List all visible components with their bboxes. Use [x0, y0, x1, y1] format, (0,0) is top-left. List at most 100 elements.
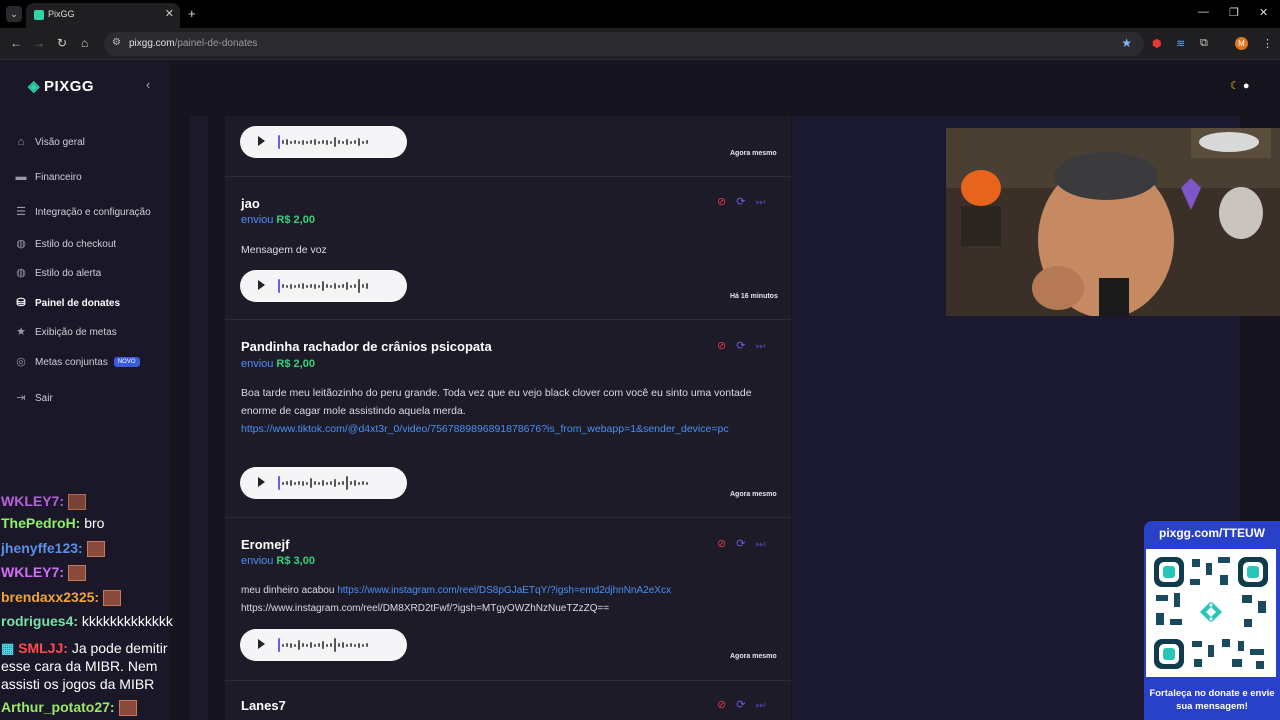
waveform-bar — [286, 481, 288, 485]
sidebar-item-metas-conjuntas[interactable]: ◎ Metas conjuntas NOVO — [14, 352, 140, 372]
donation-time: Agora mesmo — [730, 491, 777, 498]
waveform[interactable] — [278, 277, 396, 295]
bookmark-star-icon[interactable]: ★ — [1121, 36, 1132, 50]
audio-player[interactable] — [240, 126, 407, 158]
star-icon: ★ — [16, 326, 26, 338]
waveform[interactable] — [278, 133, 396, 151]
waveform[interactable] — [278, 474, 396, 492]
block-icon[interactable]: ⊘ — [717, 340, 726, 352]
waveform-bar — [350, 140, 352, 144]
waveform-bar — [298, 284, 300, 288]
chat-message: brendaxx2325: — [1, 589, 122, 607]
browser-tab[interactable]: PixGG ✕ — [26, 3, 180, 28]
sidebar-item-painel-donates[interactable]: ⛁ Painel de donates — [14, 293, 120, 313]
donation-card: Lanes7 ⊘ ⟳ ⏭ — [225, 682, 791, 720]
chat-username: rodrigues4: — [1, 613, 79, 629]
audio-player[interactable] — [240, 629, 407, 661]
waveform-bar — [342, 642, 344, 648]
waveform-bar — [298, 481, 300, 485]
site-info-icon[interactable]: ⚙ — [112, 37, 121, 48]
sidebar-item-financeiro[interactable]: ▬ Financeiro — [14, 167, 82, 187]
audio-player[interactable] — [240, 270, 407, 302]
qr-caption: Fortaleça no donate e envie sua mensagem… — [1149, 688, 1275, 712]
chat-message: Arthur_potato27: — [1, 699, 137, 717]
play-icon[interactable] — [258, 136, 265, 146]
replay-icon[interactable]: ⟳ — [736, 196, 745, 208]
waveform-bar — [342, 481, 344, 485]
play-icon[interactable] — [258, 280, 265, 290]
donation-amount: enviou R$ 2,00 — [241, 358, 315, 370]
playhead-marker — [278, 476, 280, 490]
minimize-icon[interactable]: — — [1198, 6, 1209, 18]
pixgg-logo[interactable]: ◈ PIXGG — [28, 77, 94, 95]
chat-username: SMLJJ: — [18, 640, 68, 656]
extension-audio-icon[interactable]: ≋ — [1176, 37, 1185, 50]
waveform-bar — [282, 481, 284, 485]
waveform-bar — [358, 481, 360, 485]
restore-icon[interactable]: ❐ — [1229, 6, 1239, 19]
target-icon: ◎ — [16, 356, 26, 368]
close-window-icon[interactable]: ✕ — [1259, 6, 1268, 19]
skip-icon[interactable]: ⏭ — [755, 538, 765, 550]
replay-icon[interactable]: ⟳ — [736, 699, 745, 711]
waveform-bar — [366, 643, 368, 647]
chat-text: Ja pode demitir — [71, 640, 168, 656]
forward-icon[interactable]: → — [33, 36, 45, 50]
extension-shield-icon[interactable]: ⬢ — [1152, 37, 1162, 50]
waveform-bar — [314, 481, 316, 485]
donation-message: meu dinheiro acabou https://www.instagra… — [241, 585, 671, 614]
waveform-bar — [362, 481, 364, 485]
replay-icon[interactable]: ⟳ — [736, 538, 745, 550]
play-icon[interactable] — [258, 477, 265, 487]
home-icon[interactable]: ⌂ — [81, 36, 88, 50]
block-icon[interactable]: ⊘ — [717, 699, 726, 711]
waveform-bar — [290, 283, 292, 289]
waveform-bar — [362, 284, 364, 288]
waveform-bar — [298, 640, 300, 650]
donation-card: Agora mesmo — [225, 116, 791, 177]
reload-icon[interactable]: ↻ — [57, 36, 67, 50]
replay-icon[interactable]: ⟳ — [736, 340, 745, 352]
palette-icon: ◍ — [16, 267, 26, 279]
waveform-bar — [290, 642, 292, 648]
emote-icon — [103, 590, 122, 607]
browser-menu-icon[interactable]: ⋮ — [1262, 37, 1273, 50]
play-icon[interactable] — [258, 639, 265, 649]
waveform-bar — [322, 480, 324, 486]
collapse-sidebar-icon[interactable]: ‹ — [146, 77, 150, 92]
profile-avatar[interactable]: M — [1235, 37, 1248, 50]
playhead-marker — [278, 638, 280, 652]
sidebar-item-integracao[interactable]: ☰ Integração e configuração — [14, 202, 151, 222]
tab-search-icon[interactable]: ⌄ — [6, 6, 22, 22]
chat-message: assisti os jogos da MIBR — [1, 676, 154, 692]
close-tab-icon[interactable]: ✕ — [165, 7, 174, 20]
sidebar-item-exibicao-metas[interactable]: ★ Exibição de metas — [14, 322, 117, 342]
sidebar-item-estilo-checkout[interactable]: ◍ Estilo do checkout — [14, 234, 116, 254]
sidebar-item-estilo-alerta[interactable]: ◍ Estilo do alerta — [14, 263, 101, 283]
block-icon[interactable]: ⊘ — [717, 196, 726, 208]
donation-card: Pandinha rachador de crânios psicopata e… — [225, 321, 791, 518]
theme-toggle[interactable]: ☾ ● — [1230, 79, 1250, 92]
chat-message: rodrigues4: kkkkkkkkkkkkk — [1, 613, 173, 629]
waveform[interactable] — [278, 636, 396, 654]
sidebar-item-sair[interactable]: ⇥ Sair — [14, 388, 52, 408]
donation-link[interactable]: https://www.tiktok.com/@d4xt3r_0/video/7… — [241, 423, 729, 435]
skip-icon[interactable]: ⏭ — [755, 196, 765, 208]
waveform-bar — [306, 643, 308, 647]
block-icon[interactable]: ⊘ — [717, 538, 726, 550]
chat-username: WKLEY7: — [1, 564, 64, 580]
skip-icon[interactable]: ⏭ — [755, 340, 765, 352]
waveform-bar — [282, 284, 284, 288]
extensions-puzzle-icon[interactable]: ⧉ — [1200, 37, 1208, 50]
new-tab-icon[interactable]: + — [188, 6, 196, 21]
back-icon[interactable]: ← — [10, 36, 22, 50]
skip-icon[interactable]: ⏭ — [755, 699, 765, 711]
donation-link[interactable]: https://www.instagram.com/reel/DS8pGJaET… — [337, 585, 671, 596]
sidebar-item-visao-geral[interactable]: ⌂ Visão geral — [14, 132, 85, 152]
waveform-bar — [366, 140, 368, 144]
audio-player[interactable] — [240, 467, 407, 499]
waveform-bar — [286, 284, 288, 288]
webcam-image — [946, 128, 1280, 316]
waveform-bar — [310, 140, 312, 144]
url-field[interactable]: ⚙ pixgg.com/painel-de-donates ★ — [104, 32, 1144, 56]
